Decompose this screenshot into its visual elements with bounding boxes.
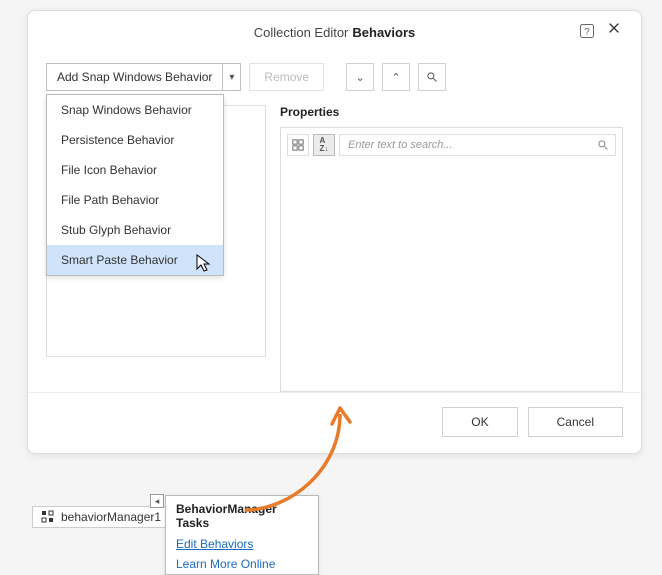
learn-more-link[interactable]: Learn More Online xyxy=(166,554,318,574)
categorized-icon xyxy=(292,139,304,151)
properties-search[interactable] xyxy=(339,134,616,156)
dropdown-item-snap-windows[interactable]: Snap Windows Behavior xyxy=(47,95,223,125)
move-down-button[interactable]: ⌄ xyxy=(346,63,374,91)
svg-text:?: ? xyxy=(584,27,590,38)
sort-az-icon: AZ↓ xyxy=(320,137,329,153)
component-name: behaviorManager1 xyxy=(61,510,161,524)
dropdown-item-file-path[interactable]: File Path Behavior xyxy=(47,185,223,215)
behavior-manager-tasks-popup: BehaviorManager Tasks Edit Behaviors Lea… xyxy=(165,495,319,575)
footer: OK Cancel xyxy=(28,392,641,453)
chevron-up-icon: ⌃ xyxy=(392,71,401,84)
smart-tag-glyph[interactable]: ◂ xyxy=(150,494,164,508)
remove-button[interactable]: Remove xyxy=(249,63,324,91)
alphabetical-view-button[interactable]: AZ↓ xyxy=(313,134,335,156)
ok-button[interactable]: OK xyxy=(442,407,517,437)
search-icon xyxy=(597,139,609,151)
dropdown-item-smart-paste[interactable]: Smart Paste Behavior xyxy=(47,245,223,275)
categorized-view-button[interactable] xyxy=(287,134,309,156)
dropdown-item-file-icon[interactable]: File Icon Behavior xyxy=(47,155,223,185)
properties-panel: Properties AZ↓ xyxy=(280,105,623,392)
search-icon xyxy=(426,71,438,83)
behavior-manager-component[interactable]: behaviorManager1 xyxy=(32,506,170,528)
dropdown-item-stub-glyph[interactable]: Stub Glyph Behavior xyxy=(47,215,223,245)
tasks-title: BehaviorManager Tasks xyxy=(166,496,318,534)
title-prefix: Collection Editor xyxy=(254,25,349,40)
properties-box: AZ↓ xyxy=(280,127,623,392)
chevron-left-icon: ◂ xyxy=(155,496,160,507)
chevron-down-icon[interactable]: ▾ xyxy=(222,64,240,90)
titlebar: Collection Editor Behaviors ? xyxy=(28,11,641,53)
dropdown-item-persistence[interactable]: Persistence Behavior xyxy=(47,125,223,155)
edit-behaviors-link[interactable]: Edit Behaviors xyxy=(166,534,318,554)
add-behavior-dropdown: Snap Windows Behavior Persistence Behavi… xyxy=(46,94,224,276)
chevron-down-icon: ⌄ xyxy=(356,71,365,84)
title-main: Behaviors xyxy=(352,25,415,40)
cancel-button[interactable]: Cancel xyxy=(528,407,623,437)
toolbar: Add Snap Windows Behavior ▾ Remove ⌄ ⌃ xyxy=(28,53,641,91)
search-toolbar-button[interactable] xyxy=(418,63,446,91)
move-up-button[interactable]: ⌃ xyxy=(382,63,410,91)
help-icon[interactable]: ? xyxy=(579,23,597,41)
close-icon[interactable] xyxy=(607,21,627,41)
component-icon xyxy=(41,510,55,524)
search-input[interactable] xyxy=(346,138,597,152)
add-behavior-label[interactable]: Add Snap Windows Behavior xyxy=(47,64,222,90)
add-behavior-split-button[interactable]: Add Snap Windows Behavior ▾ xyxy=(46,63,241,91)
properties-header: Properties xyxy=(280,105,623,119)
